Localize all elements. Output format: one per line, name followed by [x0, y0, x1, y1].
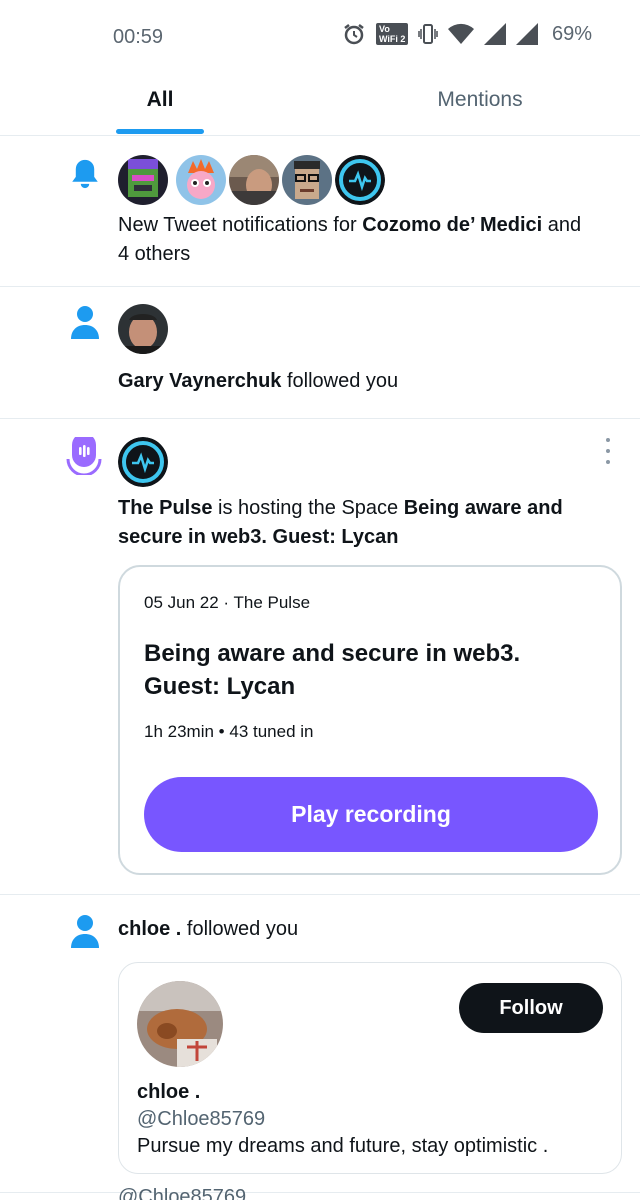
status-time: 00:59: [113, 26, 164, 48]
tab-selected-indicator: [116, 129, 204, 134]
notification-text: chloe . followed you: [118, 918, 299, 940]
play-recording-button[interactable]: Play recording: [144, 777, 598, 852]
avatar[interactable]: [118, 155, 168, 205]
follow-button[interactable]: Follow: [459, 983, 603, 1033]
vowifi-icon: Vo WiFi 2: [375, 22, 408, 46]
user-card-bio: Pursue my dreams and future, stay optimi…: [137, 1135, 549, 1157]
space-host: The Pulse: [233, 593, 311, 612]
more-options-icon[interactable]: [600, 438, 616, 464]
avatar[interactable]: [282, 155, 332, 205]
tab-all[interactable]: All: [0, 72, 320, 136]
tab-mentions[interactable]: Mentions: [320, 72, 640, 136]
svg-text:Vo: Vo: [379, 24, 390, 34]
notification-text: New Tweet notifications for Cozomo de’ M…: [118, 214, 582, 265]
user-name[interactable]: The Pulse: [118, 497, 212, 519]
user-name[interactable]: Cozomo de’ Medici: [362, 214, 542, 236]
user-card-name[interactable]: chloe .: [137, 1081, 200, 1104]
user-card-handle: @Chloe85769: [137, 1108, 266, 1130]
user-handle-partial: @Chloe85769: [118, 1186, 247, 1200]
vibrate-icon: [418, 22, 438, 46]
separator-dot: •: [218, 722, 230, 741]
divider: [0, 1192, 640, 1193]
separator-dot: ·: [223, 593, 234, 612]
signal-icon: [515, 23, 538, 45]
notification-text: The Pulse is hosting the Space Being awa…: [118, 497, 563, 548]
space-title: Being aware and secure in web3. Guest: L…: [144, 640, 521, 700]
space-meta: 05 Jun 22 · The Pulse: [144, 593, 310, 613]
user-card[interactable]: Follow chloe . @Chloe85769 Pursue my dre…: [118, 962, 622, 1174]
avatar[interactable]: [229, 155, 279, 205]
bell-icon: [66, 155, 104, 193]
wifi-icon: [447, 23, 474, 45]
space-card[interactable]: 05 Jun 22 · The Pulse Being aware and se…: [118, 565, 622, 875]
divider: [0, 894, 640, 895]
status-bar: 00:59 Vo WiFi 2 69%: [0, 0, 640, 72]
space-date: 05 Jun 22: [144, 593, 219, 612]
space-stats: 1h 23min • 43 tuned in: [144, 722, 314, 742]
status-icons: Vo WiFi 2 69%: [342, 22, 592, 46]
avatar[interactable]: [118, 437, 168, 487]
spaces-icon: [64, 436, 104, 476]
alarm-icon: [342, 22, 366, 46]
signal-icon: [483, 23, 506, 45]
notification-text: Gary Vaynerchuk followed you: [118, 370, 399, 392]
space-tuned-in: 43 tuned in: [229, 722, 314, 741]
svg-text:WiFi 2: WiFi 2: [379, 34, 405, 44]
notification-tabs: All Mentions: [0, 72, 640, 136]
divider: [0, 286, 640, 287]
space-duration: 1h 23min: [144, 722, 214, 741]
user-name[interactable]: chloe .: [118, 918, 181, 940]
avatar[interactable]: [137, 981, 223, 1067]
person-icon: [68, 304, 102, 340]
battery-level: 69%: [551, 22, 592, 45]
avatar[interactable]: [176, 155, 226, 205]
person-icon: [68, 913, 102, 949]
avatar[interactable]: [335, 155, 385, 205]
avatar[interactable]: [118, 304, 168, 354]
user-name[interactable]: Gary Vaynerchuk: [118, 370, 281, 392]
divider: [0, 418, 640, 419]
